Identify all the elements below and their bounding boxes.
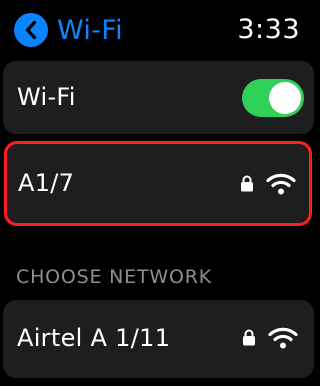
toggle-knob [269, 82, 301, 114]
wifi-toggle-row[interactable]: Wi-Fi [3, 61, 314, 134]
back-button[interactable]: Wi-Fi [14, 10, 123, 50]
network-name: A1/7 [18, 169, 75, 197]
chevron-left-icon [14, 13, 48, 47]
wifi-settings-screen: Wi-Fi 3:33 Wi-Fi A1/7 CHOOSE NETWORK Air… [0, 0, 317, 386]
network-status-icons [242, 326, 298, 349]
wifi-toggle-switch[interactable] [242, 79, 304, 117]
section-header-choose-network: CHOOSE NETWORK [16, 266, 212, 288]
wifi-toggle-label: Wi-Fi [17, 83, 76, 111]
page-title: Wi-Fi [57, 14, 123, 46]
network-row[interactable]: Airtel A 1/11 [3, 300, 314, 378]
lock-icon [243, 329, 255, 346]
clock-time: 3:33 [237, 14, 300, 45]
network-name: Airtel A 1/11 [17, 324, 171, 352]
network-status-icons [240, 172, 296, 195]
network-row-connected[interactable]: A1/7 [4, 141, 312, 226]
wifi-signal-icon [268, 327, 298, 349]
header: Wi-Fi 3:33 [0, 0, 317, 58]
lock-icon [241, 175, 253, 192]
wifi-signal-icon [266, 173, 296, 195]
